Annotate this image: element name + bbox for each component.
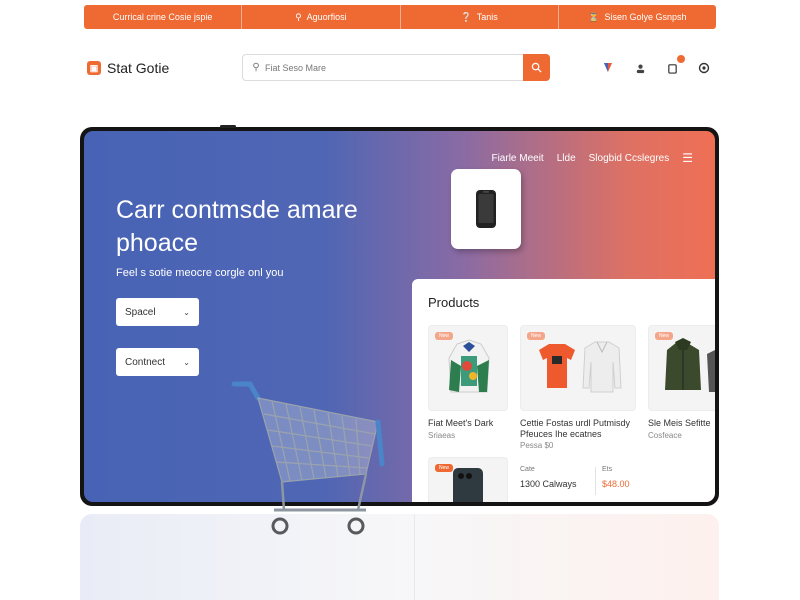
product-subtitle: Cosfeace [648, 431, 682, 440]
product-name[interactable]: Cettie Fostas urdl Putmisdy [520, 418, 630, 429]
search-icon [531, 62, 542, 73]
promo-item-1[interactable]: Currical crine Cosie jspie [84, 5, 243, 29]
hero-nav-item-3[interactable]: Slogbid Ccslegres [589, 153, 670, 164]
promo-label-4: Sisen Golye Gsnpsh [604, 12, 687, 22]
hero-nav-item-1[interactable]: Fiarle Meeit [491, 153, 543, 164]
product-card[interactable]: New [520, 325, 636, 411]
divider [595, 467, 596, 495]
cart-button[interactable] [664, 55, 685, 76]
hero-subtitle: Feel s sotie meocre corgle onl you [116, 267, 284, 279]
product-card[interactable]: New [648, 325, 715, 411]
product-badge: New [655, 332, 674, 340]
product-name[interactable]: Sle Meis Sefitte [648, 418, 711, 429]
settings-button[interactable] [696, 60, 712, 76]
promo-label-3: Tanis [476, 12, 498, 22]
product-subtitle: Pessa $0 [520, 441, 554, 450]
location-button[interactable] [600, 60, 616, 76]
logo[interactable]: ▣ Stat Gotie [87, 60, 169, 76]
product-name-line2: Pfeuces Ihe ecatnes [520, 429, 602, 439]
hero-title: Carr contmsde amare phoace [116, 196, 358, 257]
search-input[interactable] [265, 62, 523, 73]
reflection-divider [414, 514, 415, 600]
promo-item-2[interactable]: ⚲ Aguorfiosi [242, 5, 401, 29]
search-bar: ⚲ [242, 54, 550, 81]
chevron-down-icon: ⌄ [183, 357, 190, 367]
search-icon: ⚲ [295, 11, 302, 22]
promo-item-3[interactable]: ❔ Tanis [401, 5, 559, 29]
product-card[interactable]: New [428, 457, 508, 502]
product-meta-label-1: Cate [520, 466, 535, 473]
hero-dropdown-2-label: Contnect [125, 356, 166, 368]
product-meta-value-1: 1300 Calways [520, 479, 577, 489]
hero-nav: Fiarle Meeit Llde Slogbid Ccslegres ☰ [491, 151, 693, 165]
logo-text: Stat Gotie [107, 60, 170, 76]
cart-icon [667, 63, 677, 74]
header-actions [600, 55, 712, 76]
tag-icon: ❔ [460, 11, 472, 22]
hero-dropdown-2[interactable]: Contnect ⌄ [116, 348, 199, 376]
product-badge: New [527, 332, 546, 340]
phone-card[interactable] [451, 169, 521, 249]
logo-icon: ▣ [87, 61, 101, 75]
device-reflection [80, 514, 719, 600]
product-name[interactable]: Fiat Meet's Dark [428, 418, 493, 429]
hero-dropdown-1[interactable]: Spacel ⌄ [116, 298, 199, 326]
search-button[interactable] [523, 54, 550, 81]
cart-badge [677, 55, 685, 63]
product-badge: New [435, 332, 454, 340]
device-frame: Fiarle Meeit Llde Slogbid Ccslegres ☰ Ca… [80, 125, 719, 506]
promo-label-1: Currical crine Cosie jspie [112, 12, 213, 22]
product-badge: New [435, 464, 454, 472]
hero-screen: Fiarle Meeit Llde Slogbid Ccslegres ☰ Ca… [84, 131, 715, 502]
hero-dropdown-1-label: Spacel [125, 306, 156, 318]
search-icon: ⚲ [252, 62, 260, 73]
phone-icon [476, 190, 496, 228]
settings-icon [698, 62, 710, 74]
product-price: $48.00 [602, 479, 630, 489]
products-panel: Products New Fiat Meet's Dark Sriaeas Ne [412, 279, 715, 502]
user-button[interactable] [632, 60, 648, 76]
products-heading: Products [428, 295, 480, 310]
device-camera [220, 125, 236, 128]
clock-icon: ⏳ [588, 11, 600, 22]
promo-item-4[interactable]: ⏳ Sisen Golye Gsnpsh [559, 5, 716, 29]
menu-icon[interactable]: ☰ [682, 151, 693, 165]
user-icon [636, 64, 644, 73]
promo-label-2: Aguorfiosi [306, 12, 347, 22]
site-header: ▣ Stat Gotie ⚲ [84, 50, 716, 86]
product-subtitle: Sriaeas [428, 431, 456, 440]
hero-nav-item-2[interactable]: Llde [557, 153, 576, 164]
chevron-down-icon: ⌄ [183, 307, 190, 317]
location-icon [604, 63, 612, 72]
product-meta-label-2: Ets [602, 466, 613, 473]
product-card[interactable]: New [428, 325, 508, 411]
top-promo-bar: Currical crine Cosie jspie ⚲ Aguorfiosi … [84, 5, 716, 29]
